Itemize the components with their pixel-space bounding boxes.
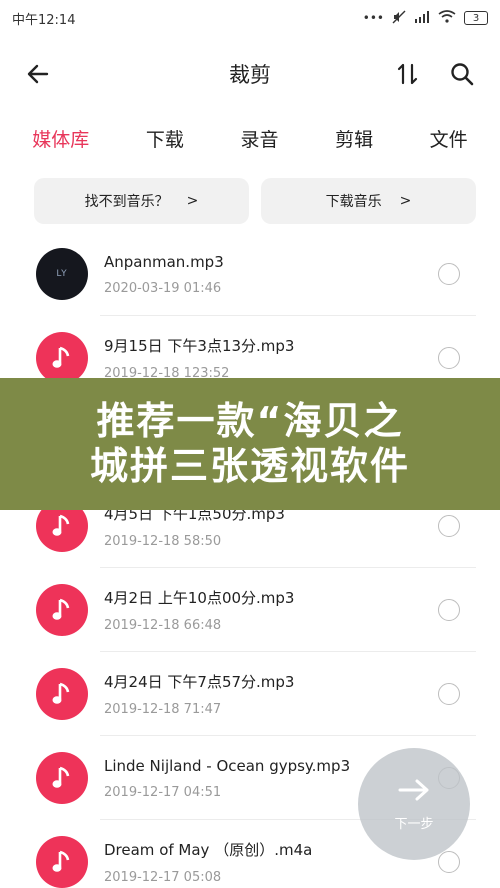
select-radio[interactable]: [438, 851, 460, 873]
list-item[interactable]: LY Anpanman.mp3 2020-03-19 01:46: [0, 232, 500, 316]
next-step-button[interactable]: 下一步: [358, 748, 470, 860]
file-name: 4月2日 上午10点00分.mp3: [104, 589, 295, 607]
select-radio[interactable]: [438, 347, 460, 369]
file-meta: 2019-12-17 04:51: [104, 784, 222, 800]
banner-line-2: 城拼三张透视软件: [89, 444, 410, 488]
select-radio[interactable]: [438, 515, 460, 537]
dots-icon: •••: [362, 11, 384, 25]
banner-line-1: 推荐一款“海贝之: [96, 399, 404, 444]
chevron-right-icon: >: [399, 193, 412, 209]
app-bar: 裁剪: [0, 44, 500, 104]
file-meta: 2019-12-18 66:48: [104, 618, 222, 633]
tab-edits[interactable]: 剪辑: [327, 119, 381, 158]
status-bar: 中午12:14 ••• 3: [0, 0, 500, 36]
cant-find-music-button[interactable]: 找不到音乐？ >: [34, 178, 249, 224]
status-time: 中午12:14: [12, 12, 76, 28]
back-arrow-icon[interactable]: [18, 54, 58, 94]
sort-icon[interactable]: [388, 54, 428, 94]
music-note-icon: [36, 836, 88, 888]
tab-downloads[interactable]: 下载: [138, 119, 192, 158]
overlay-banner: 推荐一款“海贝之 城拼三张透视软件: [0, 378, 500, 510]
arrow-right-icon: [397, 777, 431, 807]
file-meta: 2019-12-18 71:47: [104, 702, 222, 717]
thumbnail-text: LY: [56, 269, 68, 279]
cant-find-music-label: 找不到音乐？: [84, 194, 169, 210]
search-icon[interactable]: [442, 54, 482, 94]
file-name: Dream of May （原创）.m4a: [104, 841, 313, 859]
file-meta: 2019-12-18 58:50: [104, 534, 222, 549]
download-music-label: 下载音乐: [325, 194, 382, 210]
category-tabs: 媒体库 下载 录音 剪辑 文件: [0, 112, 500, 164]
select-radio[interactable]: [438, 263, 460, 285]
quick-actions: 找不到音乐？ > 下载音乐 >: [34, 178, 476, 224]
music-note-icon: [36, 668, 88, 720]
file-name: 4月24日 下午7点57分.mp3: [104, 673, 295, 691]
file-meta: 2019-12-17 05:08: [104, 870, 222, 885]
tab-recordings[interactable]: 录音: [232, 119, 286, 158]
next-step-label: 下一步: [394, 816, 434, 832]
music-note-icon: [36, 584, 88, 636]
chevron-right-icon: >: [186, 193, 199, 209]
signal-icon: [414, 10, 430, 26]
tab-media-library[interactable]: 媒体库: [24, 119, 97, 158]
file-name: Anpanman.mp3: [104, 252, 224, 271]
list-item[interactable]: 4月24日 下午7点57分.mp3 2019-12-18 71:47: [0, 652, 500, 736]
tab-files[interactable]: 文件: [422, 119, 476, 158]
battery-level: 3: [472, 12, 480, 24]
list-item[interactable]: 4月2日 上午10点00分.mp3 2019-12-18 66:48: [0, 568, 500, 652]
battery-icon: 3: [464, 11, 488, 25]
file-meta: 2020-03-19 01:46: [104, 280, 222, 296]
music-note-icon: [36, 752, 88, 804]
file-name: Linde Nijland - Ocean gypsy.mp3: [104, 756, 351, 775]
music-note-icon: [36, 332, 88, 384]
download-music-button[interactable]: 下载音乐 >: [261, 178, 476, 224]
mute-icon: [392, 10, 406, 27]
status-icons: ••• 3: [363, 10, 488, 27]
select-radio[interactable]: [438, 599, 460, 621]
select-radio[interactable]: [438, 683, 460, 705]
file-name: 9月15日 下午3点13分.mp3: [104, 337, 295, 355]
album-thumbnail: LY: [36, 248, 88, 300]
wifi-icon: [438, 10, 456, 26]
